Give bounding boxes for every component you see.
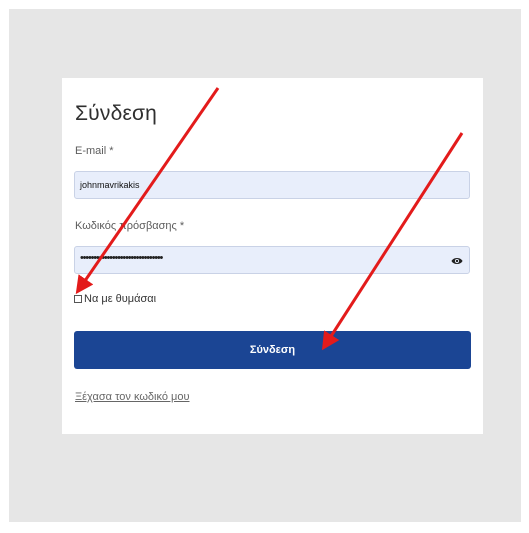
password-label: Κωδικός πρόσβασης * — [75, 220, 185, 232]
remember-label: Να με θυμάσαι — [84, 293, 157, 305]
eye-icon[interactable] — [451, 255, 463, 267]
login-title: Σύνδεση — [75, 102, 158, 125]
password-mask: ••••••••••••••••••••••••••••••• — [80, 252, 163, 264]
remember-me[interactable]: Να με θυμάσαι — [74, 293, 156, 305]
login-card: Σύνδεση E-mail * johnmavrikakis Κωδικός … — [62, 78, 483, 434]
remember-checkbox[interactable] — [74, 295, 82, 303]
password-field[interactable]: ••••••••••••••••••••••••••••••• — [74, 246, 470, 274]
login-button[interactable]: Σύνδεση — [74, 331, 471, 369]
email-field[interactable]: johnmavrikakis — [74, 171, 470, 199]
forgot-password-link[interactable]: Ξέχασα τον κωδικό μου — [75, 391, 190, 403]
email-label: E-mail * — [75, 145, 114, 157]
email-value: johnmavrikakis — [80, 180, 140, 190]
